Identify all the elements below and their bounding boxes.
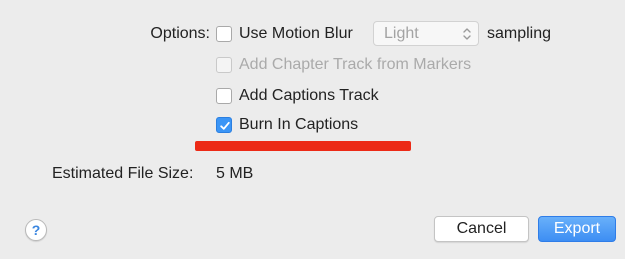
estimated-file-size-value: 5 MB xyxy=(216,165,254,182)
use-motion-blur-label: Use Motion Blur xyxy=(239,25,353,42)
checkmark-icon xyxy=(220,121,230,130)
add-captions-track-checkbox[interactable] xyxy=(216,88,232,104)
estimated-file-size-label: Estimated File Size: xyxy=(52,165,194,182)
options-label: Options: xyxy=(150,25,210,42)
burn-in-captions-checkbox-row[interactable]: Burn In Captions xyxy=(216,113,358,137)
export-button[interactable]: Export xyxy=(538,216,616,242)
use-motion-blur-checkbox[interactable] xyxy=(216,26,232,42)
sampling-select-value: Light xyxy=(384,25,419,42)
red-underline-annotation xyxy=(195,141,411,151)
burn-in-captions-checkbox[interactable] xyxy=(216,117,232,133)
cancel-button[interactable]: Cancel xyxy=(434,216,529,242)
up-down-chevron-icon xyxy=(462,27,472,46)
sampling-select[interactable]: Light xyxy=(373,21,479,46)
help-button[interactable]: ? xyxy=(25,219,47,241)
add-captions-track-checkbox-row[interactable]: Add Captions Track xyxy=(216,84,379,108)
burn-in-captions-label: Burn In Captions xyxy=(239,116,359,133)
add-captions-track-label: Add Captions Track xyxy=(239,87,379,104)
use-motion-blur-checkbox-row[interactable]: Use Motion Blur xyxy=(216,22,353,46)
help-icon: ? xyxy=(31,222,41,238)
sampling-label: sampling xyxy=(487,25,552,42)
add-chapter-track-label: Add Chapter Track from Markers xyxy=(239,56,472,73)
add-chapter-track-checkbox xyxy=(216,57,232,73)
add-chapter-track-checkbox-row: Add Chapter Track from Markers xyxy=(216,53,471,77)
